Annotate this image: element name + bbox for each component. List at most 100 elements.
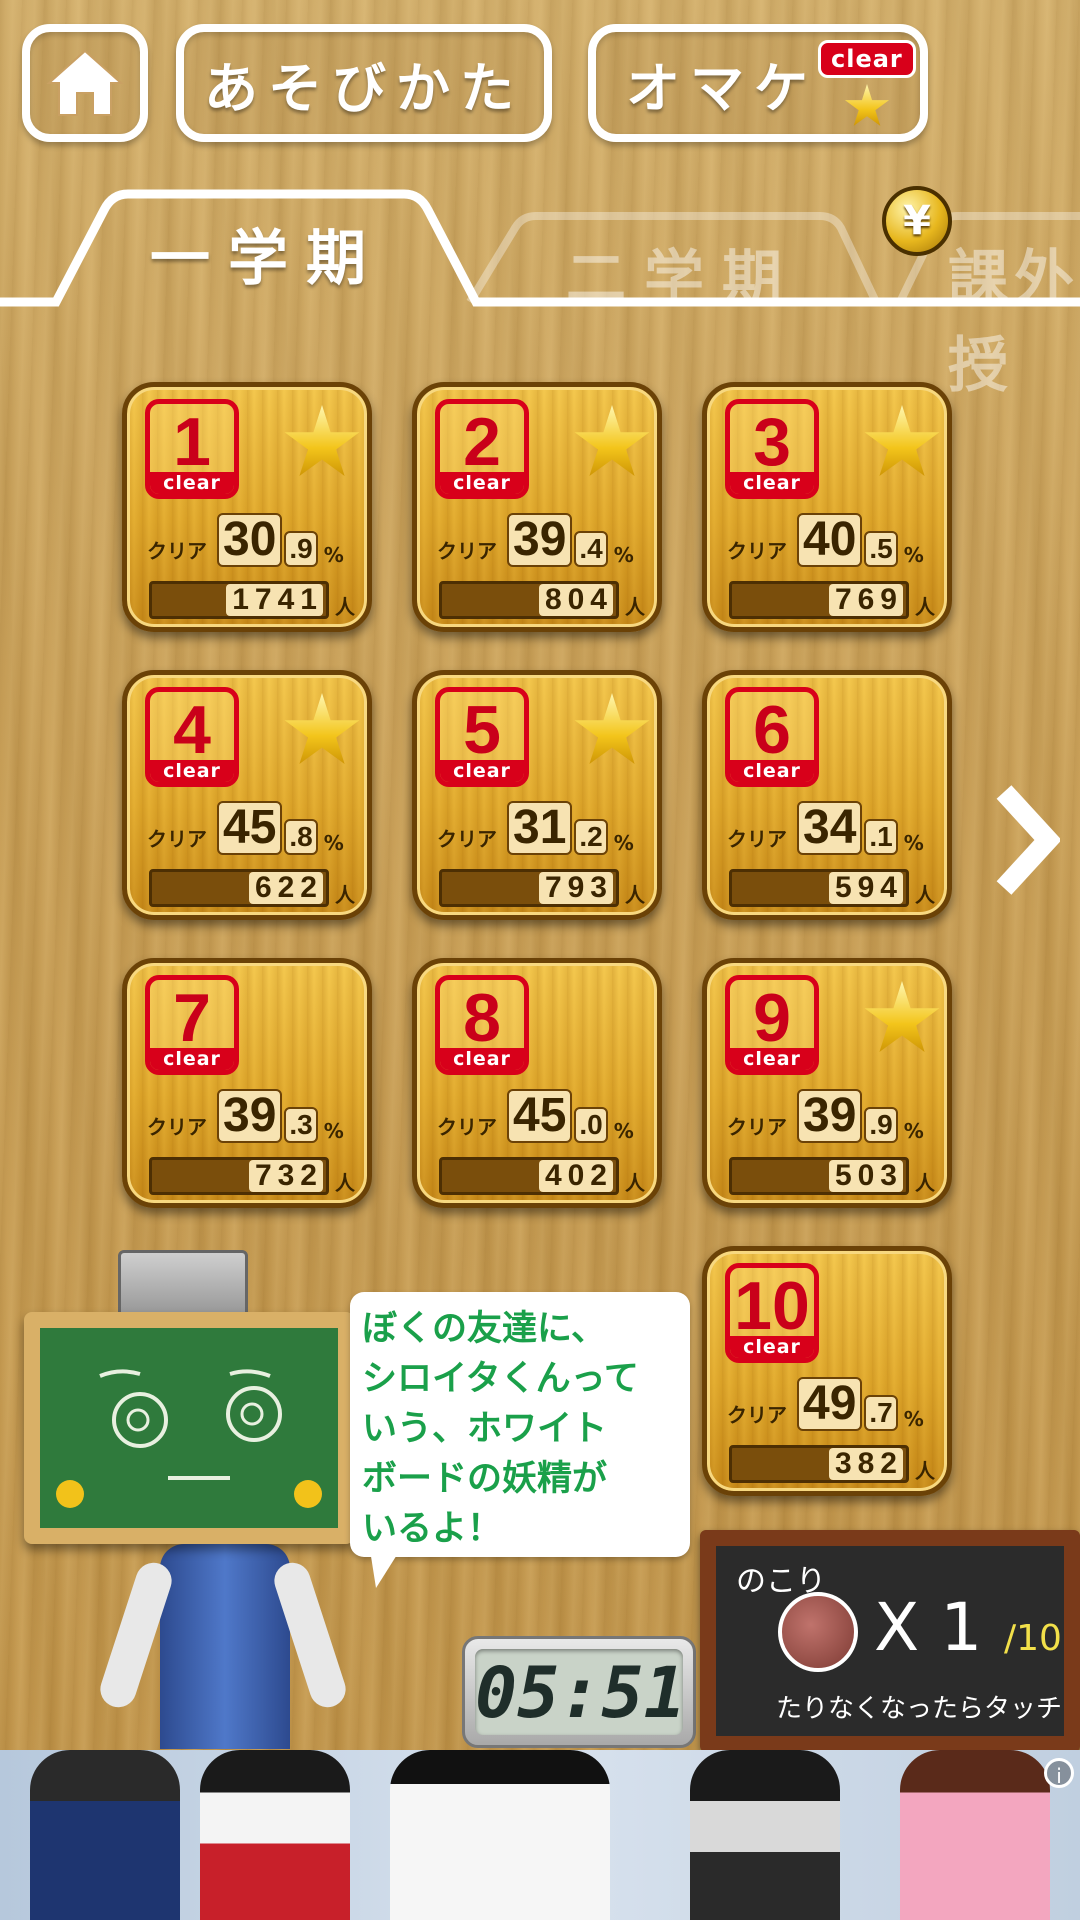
clear-rate-label: クリア [727, 1115, 787, 1139]
stage-number: 3 [753, 404, 791, 480]
stage-tile[interactable]: 6 clear クリア 34.1% 594 人 [702, 670, 952, 920]
stage-clear-label: clear [730, 1336, 814, 1358]
players-bar: 382 [729, 1445, 909, 1483]
ad-figure [200, 1750, 350, 1920]
stage-number-badge: 6 clear [725, 687, 819, 787]
clear-rate-label: クリア [437, 539, 497, 563]
home-button[interactable] [22, 24, 148, 142]
players-count: 503 [828, 1160, 903, 1192]
stage-number-badge: 1 clear [145, 399, 239, 499]
clear-rate-label: クリア [727, 827, 787, 851]
info-icon[interactable]: i [1044, 1758, 1074, 1788]
clear-rate: 30.9% [217, 513, 344, 567]
next-page-arrow-icon[interactable] [990, 780, 1060, 900]
stage-number: 9 [753, 980, 791, 1056]
ad-banner[interactable] [0, 1750, 1080, 1920]
stage-tile[interactable]: 2 clear クリア 39.4% 804 人 [412, 382, 662, 632]
stage-clear-label: clear [150, 1048, 234, 1070]
clear-rate: 39.4% [507, 513, 634, 567]
omake-clear-badge: clear [818, 40, 916, 78]
star-icon [844, 84, 890, 126]
stage-tile[interactable]: 4 clear クリア 45.8% 622 人 [122, 670, 372, 920]
clear-rate-decimal: .4 [574, 531, 608, 567]
tab-term-1[interactable]: 一学期 [150, 210, 384, 297]
stage-clear-label: clear [440, 760, 524, 782]
refill-hint: たりなくなったらタッチ [776, 1694, 1063, 1724]
stage-number-badge: 2 clear [435, 399, 529, 499]
tab-term-2[interactable]: 二学期 [566, 230, 800, 317]
clear-rate-label: クリア [147, 827, 207, 851]
people-unit: 人 [915, 883, 935, 907]
clear-rate-decimal: .2 [574, 819, 608, 855]
home-icon [46, 49, 124, 116]
clear-rate-label: クリア [437, 827, 497, 851]
players-count: 594 [828, 872, 903, 904]
yen-coin-icon[interactable]: ¥ [882, 186, 952, 256]
percent-unit: % [903, 1119, 924, 1143]
remaining-ball-board[interactable]: のこり X 1 /10 たりなくなったらタッチ [700, 1530, 1080, 1752]
star-icon [574, 405, 650, 476]
stage-clear-label: clear [730, 1048, 814, 1070]
percent-unit: % [613, 543, 634, 567]
clear-rate: 39.3% [217, 1089, 344, 1143]
stage-number-badge: 3 clear [725, 399, 819, 499]
stage-clear-label: clear [440, 1048, 524, 1070]
stage-number-badge: 10 clear [725, 1263, 819, 1363]
clear-rate-integer: 30 [217, 513, 283, 567]
how-to-play-button[interactable]: あそびかた [176, 24, 552, 142]
stage-tile[interactable]: 7 clear クリア 39.3% 732 人 [122, 958, 372, 1208]
percent-unit: % [613, 1119, 634, 1143]
players-count: 402 [538, 1160, 613, 1192]
players-bar: 1741 [149, 581, 329, 619]
clear-rate-integer: 40 [797, 513, 863, 567]
players-bar: 769 [729, 581, 909, 619]
clear-rate-integer: 45 [217, 801, 283, 855]
ad-figure [900, 1750, 1050, 1920]
stage-number: 4 [173, 692, 211, 768]
players-bar: 793 [439, 869, 619, 907]
speech-bubble-tail [370, 1550, 400, 1588]
stage-tile[interactable]: 8 clear クリア 45.0% 402 人 [412, 958, 662, 1208]
tab-extracurricular[interactable]: 課外授 [948, 230, 1080, 404]
stage-tile[interactable]: 1 clear クリア 30.9% 1741 人 [122, 382, 372, 632]
clear-rate-integer: 34 [797, 801, 863, 855]
players-bar: 402 [439, 1157, 619, 1195]
stage-tile[interactable]: 10 clear クリア 49.7% 382 人 [702, 1246, 952, 1496]
clear-rate-decimal: .0 [574, 1107, 608, 1143]
mascot-chalkboard-head[interactable] [24, 1312, 354, 1544]
people-unit: 人 [335, 883, 355, 907]
clear-rate-decimal: .3 [284, 1107, 318, 1143]
remaining-total: /10 [1004, 1618, 1062, 1659]
omake-button[interactable]: オマケ clear [588, 24, 928, 142]
stage-tile[interactable]: 5 clear クリア 31.2% 793 人 [412, 670, 662, 920]
players-count: 622 [248, 872, 323, 904]
people-unit: 人 [335, 595, 355, 619]
percent-unit: % [323, 543, 344, 567]
speech-bubble: ぼくの友達に、 シロイタくんって いう、ホワイト ボードの妖精が いるよ！ [350, 1292, 690, 1557]
stage-number: 10 [734, 1268, 810, 1344]
stage-tile[interactable]: 9 clear クリア 39.9% 503 人 [702, 958, 952, 1208]
star-icon [574, 693, 650, 764]
people-unit: 人 [625, 1171, 645, 1195]
mascot-body [160, 1544, 290, 1749]
clear-rate-label: クリア [147, 1115, 207, 1139]
percent-unit: % [903, 831, 924, 855]
star-icon [864, 405, 940, 476]
players-count: 382 [828, 1448, 903, 1480]
people-unit: 人 [915, 595, 935, 619]
players-bar: 804 [439, 581, 619, 619]
clear-rate: 49.7% [797, 1377, 924, 1431]
stage-number: 1 [173, 404, 211, 480]
stage-number: 7 [173, 980, 211, 1056]
stage-number: 2 [463, 404, 501, 480]
players-count: 732 [248, 1160, 323, 1192]
percent-unit: % [613, 831, 634, 855]
stage-number-badge: 8 clear [435, 975, 529, 1075]
star-icon [284, 693, 360, 764]
clear-rate: 39.9% [797, 1089, 924, 1143]
stage-tile[interactable]: 3 clear クリア 40.5% 769 人 [702, 382, 952, 632]
yen-symbol: ¥ [903, 198, 931, 244]
timer: 05:51 [462, 1636, 696, 1748]
ad-figure [690, 1750, 840, 1920]
stage-number-badge: 5 clear [435, 687, 529, 787]
